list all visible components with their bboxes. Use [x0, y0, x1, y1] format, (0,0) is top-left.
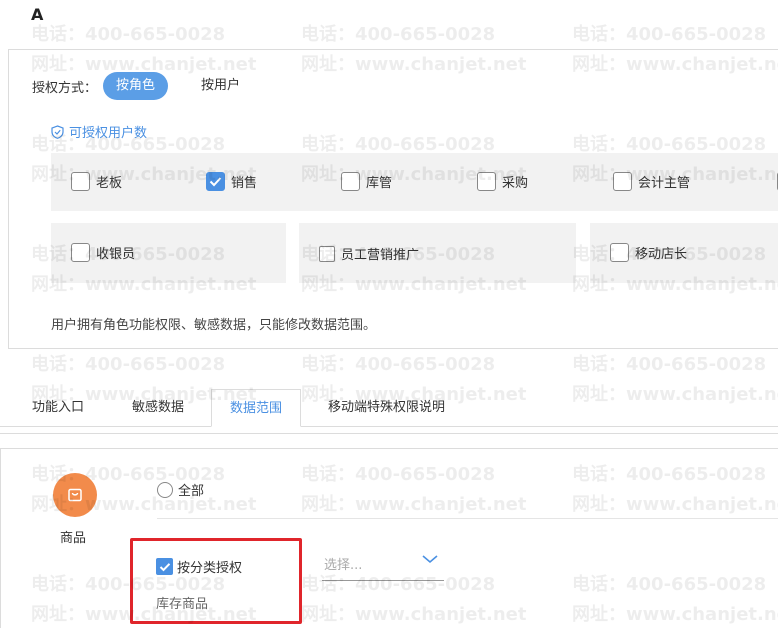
radio-icon [157, 481, 173, 498]
watermark-phone: 电话：400-665-0028 [572, 354, 767, 375]
checkbox-icon [71, 243, 90, 262]
divider [157, 518, 778, 519]
watermark-phone: 电话：400-665-0028 [301, 354, 496, 375]
role-label: 员工营销推广 [341, 248, 420, 263]
licensable-users-link[interactable]: 可授权用户数 [51, 122, 147, 141]
watermark-phone: 电话：400-665-0028 [572, 24, 767, 45]
data-scope-panel [0, 448, 778, 628]
role-checkbox-warehouse[interactable]: 库管 [341, 172, 392, 191]
role-label: 采购 [502, 176, 529, 191]
checkbox-icon [613, 172, 632, 191]
product-icon [53, 473, 97, 517]
checkbox-icon [341, 172, 360, 191]
role-checkbox-boss[interactable]: 老板 [71, 172, 122, 191]
watermark-phone: 电话：400-665-0028 [31, 24, 226, 45]
authorization-mode-row: 授权方式： 按角色 按用户 [32, 72, 253, 100]
all-radio-option[interactable]: 全部 [157, 480, 204, 499]
role-label: 收银员 [96, 247, 136, 262]
role-label: 移动店长 [635, 247, 688, 262]
checkbox-icon [477, 172, 496, 191]
bag-icon [68, 488, 82, 502]
category-select[interactable]: 选择... [324, 552, 442, 574]
chevron-down-icon [422, 555, 438, 564]
checkbox-icon [71, 172, 90, 191]
checkbox-icon [610, 243, 629, 262]
watermark-phone: 电话：400-665-0028 [301, 24, 496, 45]
role-label: 库管 [366, 176, 393, 191]
highlight-annotation-box [130, 538, 302, 624]
tab-data-scope[interactable]: 数据范围 [211, 389, 302, 427]
select-placeholder: 选择... [324, 557, 363, 573]
role-card: 员工营销推广 [299, 223, 576, 283]
checkbox-icon [319, 245, 335, 262]
role-label: 会计主管 [638, 176, 691, 191]
shield-check-icon [51, 124, 64, 139]
tab-panel-edge [0, 430, 778, 434]
tab-mobile-special-permissions[interactable]: 移动端特殊权限说明 [328, 389, 445, 427]
role-checkbox-cashier[interactable]: 收银员 [71, 243, 135, 262]
role-label: 老板 [96, 176, 123, 191]
role-checkbox-sales[interactable]: 销售 [206, 172, 257, 191]
licensable-users-label: 可授权用户数 [69, 126, 148, 141]
permission-tabs: 功能入口 敏感数据 数据范围 移动端特殊权限说明 [0, 389, 778, 427]
role-checkbox-mobile-store-manager[interactable]: 移动店长 [610, 243, 687, 262]
all-option-label: 全部 [178, 484, 205, 499]
select-underline [322, 580, 444, 581]
by-user-button[interactable]: 按用户 [188, 72, 253, 100]
authorization-panel: 授权方式： 按角色 按用户 可授权用户数 老板 销售 库管 采购 会计主管 收银… [8, 49, 778, 349]
corner-label: A [31, 5, 44, 24]
role-card: 移动店长 [590, 223, 778, 283]
role-checkbox-purchasing[interactable]: 采购 [477, 172, 528, 191]
tab-function-entry[interactable]: 功能入口 [32, 389, 84, 427]
role-label: 销售 [231, 176, 258, 191]
authorization-mode-label: 授权方式： [32, 80, 98, 96]
watermark-phone: 电话：400-665-0028 [31, 354, 226, 375]
product-label: 商品 [60, 531, 87, 546]
tab-sensitive-data[interactable]: 敏感数据 [132, 389, 184, 427]
role-checkbox-employee-marketing[interactable]: 员工营销推广 [319, 244, 419, 263]
role-note: 用户拥有角色功能权限、敏感数据，只能修改数据范围。 [51, 318, 377, 333]
role-row-2: 收银员 员工营销推广 移动店长 [51, 223, 778, 283]
role-checkbox-accounting-supervisor[interactable]: 会计主管 [613, 172, 690, 191]
role-card: 收银员 [51, 223, 286, 283]
by-role-button[interactable]: 按角色 [103, 72, 169, 100]
checkbox-checked-icon [206, 172, 225, 191]
role-row-1: 老板 销售 库管 采购 会计主管 [51, 153, 778, 211]
